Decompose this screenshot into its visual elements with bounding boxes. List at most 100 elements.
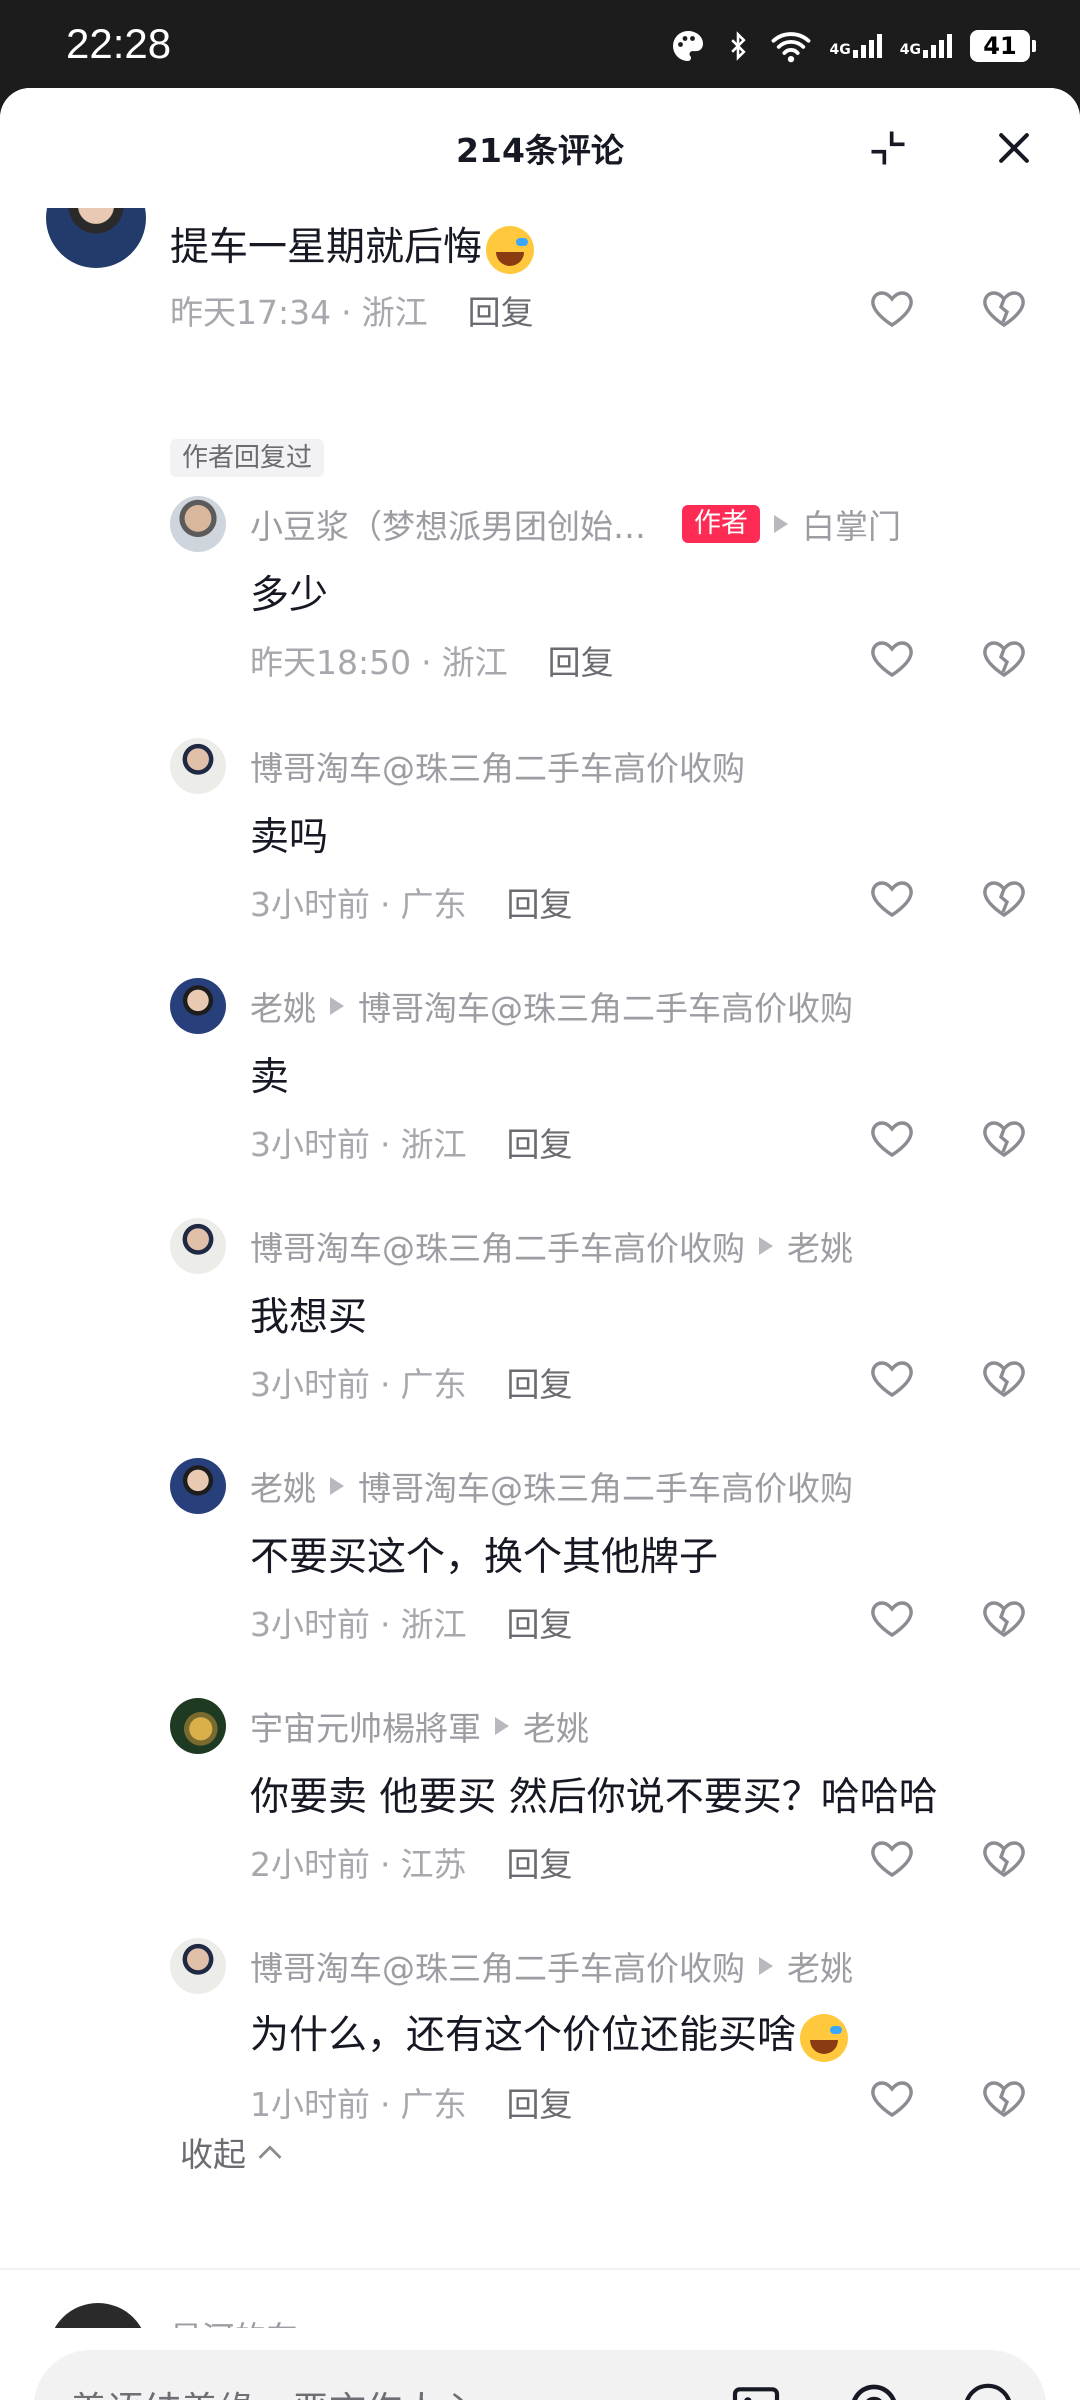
reply-button[interactable]: 回复 <box>507 1125 573 1164</box>
comments-header: 214条评论 <box>0 88 1080 208</box>
like-heart-icon[interactable] <box>868 284 916 332</box>
signal-icon-2: 4G <box>900 34 952 58</box>
minimize-icon[interactable] <box>866 126 910 170</box>
status-icons: 4G 4G 41 <box>670 24 1036 68</box>
comments-sheet: 老姚 提车一星期就后悔 昨天17:34·浙江回复 作者回复过 小豆浆（梦想派男团… <box>0 88 1080 2400</box>
reply-location: 浙江 <box>441 643 508 682</box>
reply-text[interactable]: 卖 <box>250 1046 289 1102</box>
avatar[interactable] <box>170 496 226 552</box>
reply-meta: 2小时前 · 江苏 回复 <box>250 1845 573 1884</box>
collapse-replies-button[interactable]: 收起 <box>180 2128 284 2176</box>
reply-arrow-icon <box>330 997 344 1015</box>
reply-text[interactable]: 不要买这个，换个其他牌子 <box>250 1526 718 1582</box>
like-heart-icon[interactable] <box>868 2074 916 2122</box>
reply-text[interactable]: 卖吗 <box>250 806 328 862</box>
like-heart-icon[interactable] <box>868 1354 916 1402</box>
reply-meta: 3小时前 · 浙江 回复 <box>250 1605 573 1644</box>
reply-author-row[interactable]: 博哥淘车@珠三角二手车高价收购 老姚 <box>250 1222 853 1270</box>
reply-author[interactable]: 小豆浆（梦想派男团创始… <box>250 500 646 548</box>
divider <box>0 2268 1080 2270</box>
like-heart-icon[interactable] <box>868 1114 916 1162</box>
dislike-broken-heart-icon[interactable] <box>980 284 1028 332</box>
reply-button[interactable]: 回复 <box>507 2085 573 2124</box>
comment-text[interactable]: 提车一星期就后悔 <box>170 216 535 274</box>
reply-button[interactable]: 回复 <box>507 1365 573 1404</box>
avatar[interactable] <box>170 978 226 1034</box>
dislike-broken-heart-icon[interactable] <box>980 1594 1028 1642</box>
reply-button[interactable]: 回复 <box>507 1845 573 1884</box>
reply-to-name[interactable]: 博哥淘车@珠三角二手车高价收购 <box>358 1462 853 1510</box>
reply-text[interactable]: 我想买 <box>250 1286 367 1342</box>
like-heart-icon[interactable] <box>868 1594 916 1642</box>
reply-text[interactable]: 你要卖 他要买 然后你说不要买？哈哈哈 <box>250 1766 938 1822</box>
at-icon[interactable] <box>846 2380 902 2400</box>
avatar[interactable] <box>170 738 226 794</box>
reply-button[interactable]: 回复 <box>507 1605 573 1644</box>
reply-time: 1小时前 <box>250 2085 370 2124</box>
reply-to-name[interactable]: 老姚 <box>787 1942 853 1990</box>
like-heart-icon[interactable] <box>868 634 916 682</box>
palette-icon <box>672 31 703 61</box>
reply-time: 3小时前 <box>250 1605 370 1644</box>
reply-time: 3小时前 <box>250 1125 370 1164</box>
reply-author[interactable]: 博哥淘车@珠三角二手车高价收购 <box>250 1942 745 1990</box>
reply-to-name[interactable]: 博哥淘车@珠三角二手车高价收购 <box>358 982 853 1030</box>
dislike-broken-heart-icon[interactable] <box>980 874 1028 922</box>
reply-location: 浙江 <box>400 1125 467 1164</box>
reply-button[interactable]: 回复 <box>507 885 573 924</box>
reply-author[interactable]: 宇宙元帅楊將軍 <box>250 1702 481 1750</box>
like-heart-icon[interactable] <box>868 1834 916 1882</box>
reply-time: 昨天18:50 <box>250 643 412 682</box>
reply-author[interactable]: 老姚 <box>250 1462 316 1510</box>
comment-location: 浙江 <box>361 293 428 332</box>
reply-author-row[interactable]: 博哥淘车@珠三角二手车高价收购 老姚 <box>250 1942 853 1990</box>
author-replied-badge: 作者回复过 <box>170 439 325 477</box>
comment-input[interactable]: 善语结善缘，恶言伤人心 <box>34 2350 1046 2400</box>
signal-icon: 4G <box>830 34 882 58</box>
reply-author-row[interactable]: 小豆浆（梦想派男团创始… 作者 白掌门 <box>250 500 901 548</box>
dislike-broken-heart-icon[interactable] <box>980 1354 1028 1402</box>
reply-location: 广东 <box>400 885 467 924</box>
emoji-smiley-icon[interactable] <box>960 2380 1016 2400</box>
network-type-2: 4G <box>899 42 921 58</box>
dislike-broken-heart-icon[interactable] <box>980 1834 1028 1882</box>
reply-to-name[interactable]: 老姚 <box>523 1702 589 1750</box>
reply-location: 浙江 <box>400 1605 467 1644</box>
reply-to-name[interactable]: 白掌门 <box>802 500 901 548</box>
dislike-broken-heart-icon[interactable] <box>980 634 1028 682</box>
reply-button[interactable]: 回复 <box>468 293 534 332</box>
laughing-tears-emoji-icon <box>800 2013 849 2062</box>
like-heart-icon[interactable] <box>868 874 916 922</box>
reply-author-row[interactable]: 博哥淘车@珠三角二手车高价收购 <box>250 742 745 790</box>
avatar[interactable] <box>170 1698 226 1754</box>
comment-input-placeholder[interactable]: 善语结善缘，恶言伤人心 <box>70 2380 477 2400</box>
comment-text-content: 提车一星期就后悔 <box>170 225 483 270</box>
avatar[interactable] <box>170 1218 226 1274</box>
reply-button[interactable]: 回复 <box>548 643 614 682</box>
wifi-icon <box>771 32 810 63</box>
reply-to-name[interactable]: 老姚 <box>787 1222 853 1270</box>
reply-author-row[interactable]: 老姚 博哥淘车@珠三角二手车高价收购 <box>250 982 853 1030</box>
dislike-broken-heart-icon[interactable] <box>980 2074 1028 2122</box>
reply-author-row[interactable]: 老姚 博哥淘车@珠三角二手车高价收购 <box>250 1462 853 1510</box>
reply-meta: 3小时前 · 浙江 回复 <box>250 1125 573 1164</box>
reply-location: 广东 <box>400 1365 467 1404</box>
reply-time: 3小时前 <box>250 1365 370 1404</box>
reply-author[interactable]: 老姚 <box>250 982 316 1030</box>
dislike-broken-heart-icon[interactable] <box>980 1114 1028 1162</box>
reply-author[interactable]: 博哥淘车@珠三角二手车高价收购 <box>250 742 745 790</box>
reply-author-row[interactable]: 宇宙元帅楊將軍 老姚 <box>250 1702 589 1750</box>
image-icon[interactable] <box>728 2380 784 2400</box>
author-tag: 作者 <box>682 505 760 543</box>
network-type: 4G <box>829 42 851 58</box>
avatar[interactable] <box>170 1938 226 1994</box>
reply-arrow-icon <box>495 1717 509 1735</box>
reply-arrow-icon <box>759 1957 773 1975</box>
reply-meta: 1小时前 · 广东 回复 <box>250 2085 573 2124</box>
reply-text[interactable]: 为什么，还有这个价位还能买啥 <box>250 2004 849 2062</box>
avatar[interactable] <box>170 1458 226 1514</box>
reply-author[interactable]: 博哥淘车@珠三角二手车高价收购 <box>250 1222 745 1270</box>
close-icon[interactable] <box>992 126 1036 170</box>
status-time: 22:28 <box>66 20 172 67</box>
reply-text[interactable]: 多少 <box>250 564 328 620</box>
